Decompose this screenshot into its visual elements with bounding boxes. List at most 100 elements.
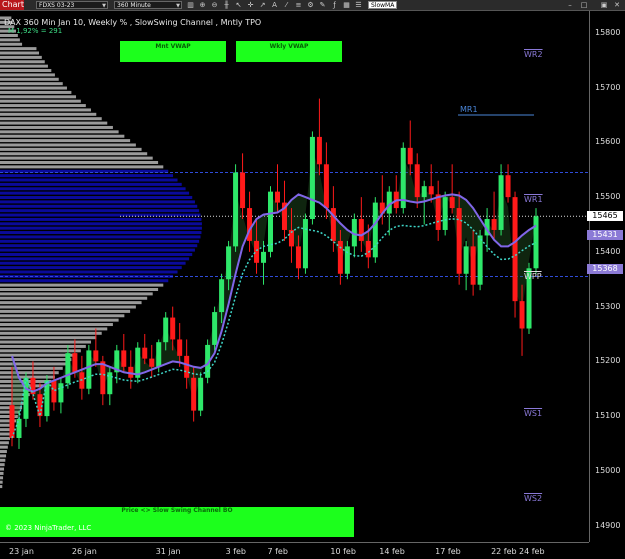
fib-tool-icon[interactable]: ≡ (294, 1, 303, 9)
candle-body (72, 353, 78, 373)
search-input[interactable]: SlowMA (368, 1, 397, 9)
profile-bar (0, 235, 201, 239)
profile-bar (0, 64, 48, 68)
profile-bar (0, 73, 55, 77)
profile-bar (0, 362, 67, 366)
time-tick-label: 3 feb (225, 547, 247, 556)
close-icon[interactable]: ✕ (613, 1, 621, 9)
profile-bar (0, 222, 202, 226)
candle-body (533, 216, 539, 269)
interval-value: 360 Minute (117, 2, 151, 9)
candle-body (170, 317, 176, 340)
profile-bar (0, 283, 164, 287)
profile-bar (0, 244, 198, 248)
chart-tab[interactable]: Chart (0, 0, 24, 10)
grid-icon[interactable]: ▦ (342, 1, 351, 9)
time-tick-label: 17 feb (435, 547, 461, 556)
price-marker: 15465 (587, 211, 623, 222)
candle-body (240, 172, 246, 209)
profile-bar (0, 270, 178, 274)
candle-body (463, 246, 469, 274)
strategy-icon[interactable]: ✎ (318, 1, 327, 9)
list-icon[interactable]: ☰ (354, 1, 363, 9)
profile-bar (0, 344, 86, 348)
profile-bar (0, 104, 86, 108)
zoom-out-icon[interactable]: ⊖ (210, 1, 219, 9)
price-axis[interactable]: 15800 15700 15600 15500 15400 15300 15200 15100… (587, 11, 625, 542)
maximize-icon[interactable]: □ (580, 1, 588, 9)
price-tick-label: 15000 (595, 465, 621, 475)
profile-bar (0, 485, 3, 489)
bar-type-icon[interactable]: ▥ (186, 1, 195, 9)
interval-selector[interactable]: 360 Minute ▼ (114, 1, 182, 9)
profile-bar (0, 152, 148, 156)
candle-body (254, 240, 260, 263)
profile-bar (0, 178, 178, 182)
profile-bar (0, 117, 102, 121)
profile-bar (0, 217, 202, 221)
candle-body (23, 377, 29, 419)
candle-body (177, 339, 183, 356)
profile-bar (0, 55, 42, 59)
profile-bar (0, 187, 186, 191)
properties-icon[interactable]: ⚙ (306, 1, 315, 9)
candle-body (121, 350, 127, 367)
profile-bar (0, 42, 23, 46)
profile-bar (0, 261, 186, 265)
profile-bar (0, 480, 3, 484)
profile-bar (0, 441, 9, 445)
candle-body (233, 172, 239, 247)
indicator-icon[interactable]: ƒ (330, 1, 339, 9)
profile-bar (0, 38, 20, 42)
line-tool-icon[interactable]: ⁄ (282, 1, 291, 9)
channel-breakout-panel[interactable]: Price <> Slow Swing Channel BO © 2023 Ni… (0, 507, 354, 537)
profile-bar (0, 248, 195, 252)
profile-bar (0, 95, 77, 99)
level-label-ws1: WS1 (524, 408, 543, 418)
candle-body (65, 353, 71, 384)
profile-bar (0, 77, 59, 81)
profile-bar (0, 200, 195, 204)
profile-bar (0, 147, 142, 151)
level-label-ws2: WS2 (524, 493, 543, 503)
profile-bar (0, 90, 72, 94)
wkly-vwap-button[interactable]: Wkly VWAP (236, 41, 342, 62)
profile-bar (0, 467, 5, 471)
candle-body (149, 358, 155, 367)
candle-body (163, 317, 169, 343)
profile-bar (0, 130, 119, 134)
profile-bar (0, 301, 142, 305)
candle-body (268, 191, 274, 252)
mnt-vwap-button[interactable]: Mnt VWAP (120, 41, 226, 62)
profile-bar (0, 287, 159, 291)
profile-bar (0, 436, 11, 440)
text-tool-icon[interactable]: A (270, 1, 279, 9)
profile-bar (0, 445, 8, 449)
zoom-in-icon[interactable]: ⊕ (198, 1, 207, 9)
candle-body (100, 361, 106, 395)
price-tick-label: 15800 (595, 27, 621, 37)
candle-body (198, 377, 204, 411)
candle-body (261, 251, 267, 263)
pin-icon[interactable]: ▣ (600, 1, 608, 9)
cursor-icon[interactable]: ↖ (234, 1, 243, 9)
candle-body (428, 186, 434, 195)
drawing-tool-icon[interactable]: ↗ (258, 1, 267, 9)
level-label-wr2: WR2 (524, 50, 543, 60)
chart-plot-area[interactable]: DAX 360 Min Jan 10, Weekly % , SlowSwing… (0, 11, 589, 542)
chart-subtitle: M 1,92% = 291 (8, 27, 63, 35)
candle-body (491, 219, 497, 230)
time-axis[interactable]: 23 jan 26 jan 31 jan 3 feb 7 feb 10 feb 14 feb… (0, 542, 589, 559)
profile-bar (0, 51, 40, 55)
chart-style-icon[interactable]: ╫ (222, 1, 231, 9)
instrument-selector[interactable]: FDXS 03-23 ▼ (36, 1, 108, 9)
candle-body (212, 312, 218, 345)
price-tick-label: 15700 (595, 82, 621, 92)
candle-body (316, 136, 322, 165)
candle-body (407, 147, 413, 165)
crosshair-icon[interactable]: ✛ (246, 1, 255, 9)
profile-bar (0, 331, 102, 335)
chevron-down-icon: ▼ (176, 3, 180, 9)
profile-bar (0, 463, 5, 467)
minimize-icon[interactable]: – (566, 1, 574, 9)
